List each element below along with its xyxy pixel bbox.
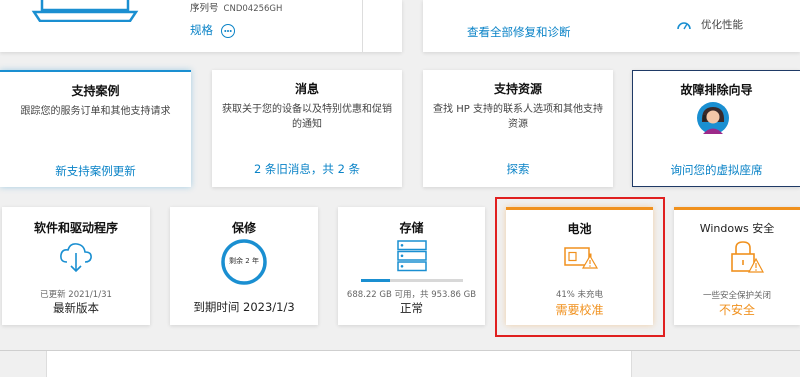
card-status: 正常 xyxy=(400,301,423,315)
warranty-remaining-label: 剩余 2 年 xyxy=(229,257,259,265)
card-description: 跟踪您的服务订单和其他支持请求 xyxy=(20,106,171,117)
lock-warning-icon xyxy=(728,240,765,278)
card-subtext: 已更新 2021/1/31 xyxy=(40,290,112,300)
warranty-ring: 剩余 2 年 xyxy=(220,238,268,286)
card-title: 支持案例 xyxy=(71,84,120,98)
card-title: 支持资源 xyxy=(493,82,542,96)
specs-link[interactable]: 规格 xyxy=(190,22,235,38)
device-card: 序列号 CND04256GH 规格 xyxy=(0,0,402,52)
support-resources-card[interactable]: 支持资源 查找 HP 支持的联系人选项和其他支持资源 探索 xyxy=(423,70,613,187)
card-description: 查找 HP 支持的联系人选项和其他支持资源 xyxy=(433,104,603,130)
card-title: Windows 安全 xyxy=(699,222,775,235)
card-title: 故障排除向导 xyxy=(680,83,753,97)
laptop-icon xyxy=(30,0,140,23)
battery-warning-icon xyxy=(563,244,599,274)
card-title: 软件和驱动程序 xyxy=(33,221,118,235)
card-status: 需要校准 xyxy=(555,303,604,317)
card-subtext: 一些安全保护关闭 xyxy=(702,291,771,301)
cloud-download-icon xyxy=(58,241,94,277)
storage-card[interactable]: 存储 688.22 GB 可用，共 953.86 GB 正常 xyxy=(338,207,485,325)
explore-link[interactable]: 探索 xyxy=(423,161,613,177)
support-case-link[interactable]: 新支持案例更新 xyxy=(0,163,191,179)
more-icon xyxy=(220,23,235,38)
storage-icon xyxy=(396,240,428,276)
card-subtext: 41% 未充电 xyxy=(555,290,604,300)
serial-label: 序列号 xyxy=(190,3,219,14)
card-title: 消息 xyxy=(294,82,319,96)
bottom-panel xyxy=(46,351,632,377)
battery-card[interactable]: 电池 41% 未充电 需要校准 xyxy=(506,207,653,325)
serial-value: CND04256GH xyxy=(223,4,283,14)
storage-usage-bar xyxy=(361,279,463,282)
card-status: 到期时间 2023/1/3 xyxy=(193,300,295,314)
messages-card[interactable]: 消息 获取关于您的设备以及特别优惠和促销的通知 2 条旧消息，共 2 条 xyxy=(212,70,402,187)
optimize-label[interactable]: 优化性能 xyxy=(701,17,743,32)
speedometer-icon xyxy=(676,16,692,35)
troubleshooting-card[interactable]: 故障排除向导 询问您的虚拟座席 xyxy=(632,70,800,187)
storage-usage-fill xyxy=(361,279,390,282)
diagnostics-card: 查看全部修复和诊断 优化性能 xyxy=(423,0,800,52)
card-status: 最新版本 xyxy=(53,301,99,315)
drivers-card[interactable]: 软件和驱动程序 已更新 2021/1/31 最新版本 xyxy=(2,207,150,325)
card-title: 保修 xyxy=(231,221,256,235)
card-status: 不安全 xyxy=(718,303,755,317)
support-case-card[interactable]: 支持案例 跟踪您的服务订单和其他支持请求 新支持案例更新 xyxy=(0,70,191,187)
virtual-agent-avatar xyxy=(697,102,729,138)
card-description: 获取关于您的设备以及特别优惠和促销的通知 xyxy=(222,104,392,130)
warranty-card[interactable]: 保修 剩余 2 年 到期时间 2023/1/3 xyxy=(170,207,318,325)
card-subtext: 688.22 GB 可用，共 953.86 GB xyxy=(346,290,477,300)
view-all-fixes-link[interactable]: 查看全部修复和诊断 xyxy=(467,24,571,40)
messages-link[interactable]: 2 条旧消息，共 2 条 xyxy=(212,161,402,177)
windows-security-card[interactable]: Windows 安全 一些安全保护关闭 不安全 xyxy=(674,207,800,325)
virtual-agent-link[interactable]: 询问您的虚拟座席 xyxy=(633,162,800,178)
card-title: 电池 xyxy=(567,222,592,236)
card-title: 存储 xyxy=(399,221,424,235)
